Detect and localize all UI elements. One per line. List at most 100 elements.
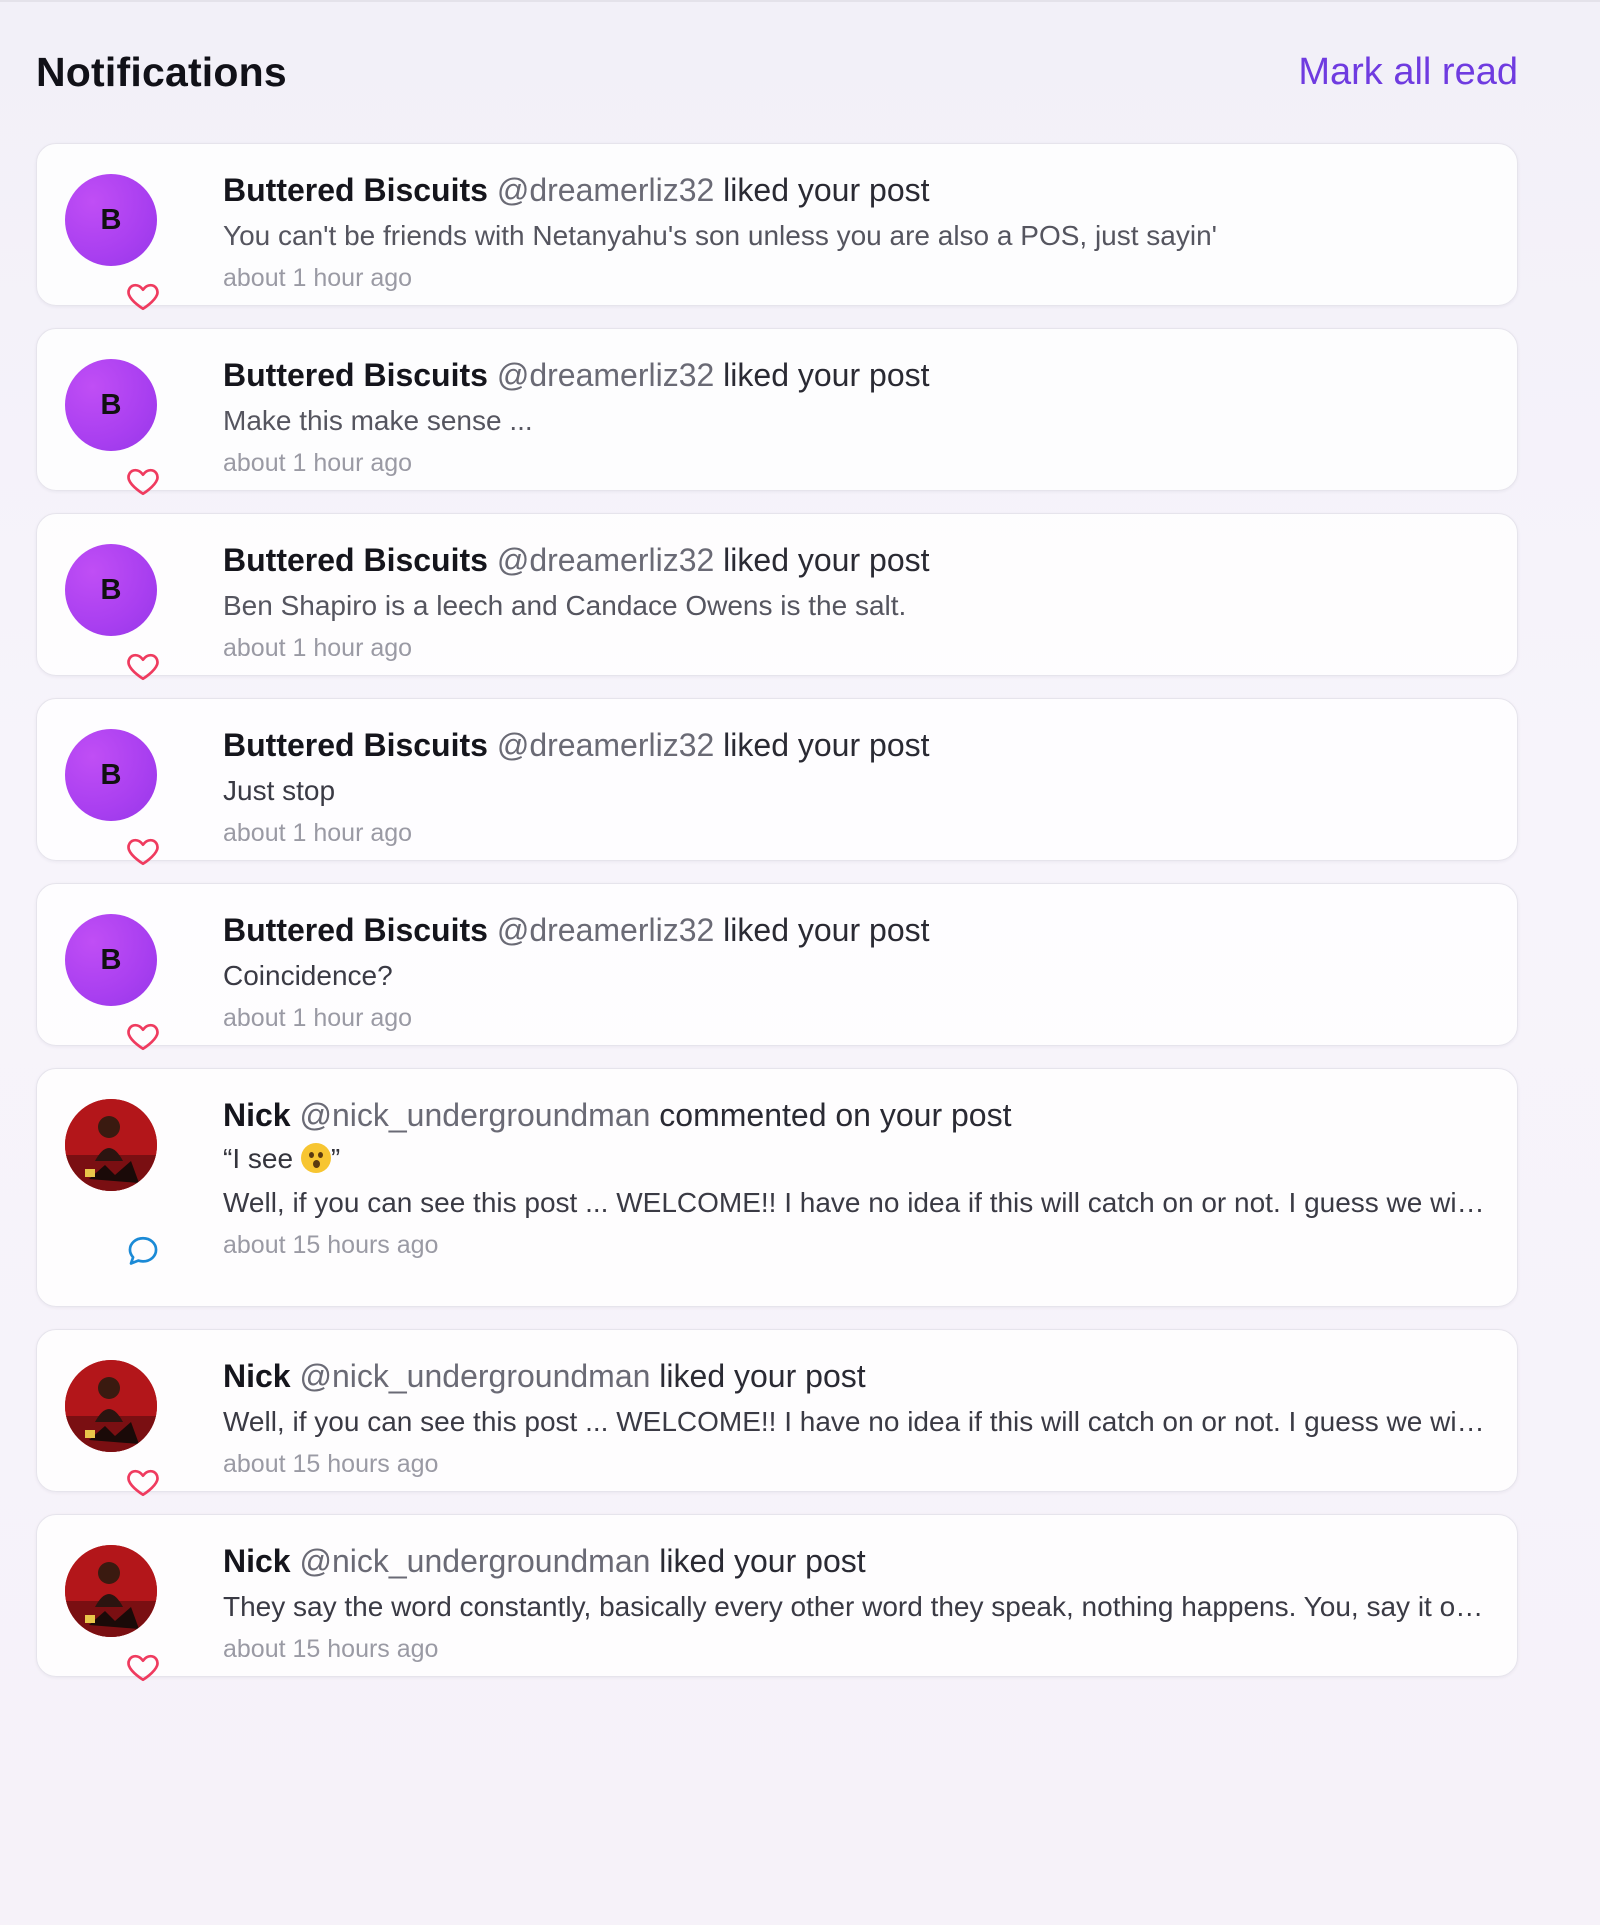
timestamp: about 15 hours ago xyxy=(223,1231,439,1259)
notification-action: liked your post xyxy=(659,1358,866,1394)
avatar[interactable] xyxy=(65,1099,157,1191)
notification-item[interactable]: Nick @nick_undergroundman liked your pos… xyxy=(36,1329,1518,1497)
timestamp: about 15 hours ago xyxy=(223,1450,439,1478)
notification-headline: Buttered Biscuits @dreamerliz32 liked yo… xyxy=(223,355,1487,395)
notification-left: B xyxy=(65,540,223,681)
avatar[interactable]: B xyxy=(65,544,157,636)
notification-action: liked your post xyxy=(659,1543,866,1579)
timestamp: about 1 hour ago xyxy=(223,449,413,477)
notification-action: commented on your post xyxy=(659,1097,1012,1133)
timestamp: about 1 hour ago xyxy=(223,819,413,847)
notification-headline: Buttered Biscuits @dreamerliz32 liked yo… xyxy=(223,725,1487,765)
heart-icon xyxy=(127,468,159,496)
notification-left: B xyxy=(65,170,223,311)
notification-list: B Buttered Biscuits @dreamerliz32 liked … xyxy=(36,143,1518,1682)
notification-body: Buttered Biscuits @dreamerliz32 liked yo… xyxy=(223,910,1487,1032)
notification-headline: Buttered Biscuits @dreamerliz32 liked yo… xyxy=(223,540,1487,580)
avatar[interactable]: B xyxy=(65,729,157,821)
notification-item[interactable]: B Buttered Biscuits @dreamerliz32 liked … xyxy=(36,698,1518,866)
heart-icon xyxy=(127,1469,159,1497)
post-snippet[interactable]: Well, if you can see this post ... WELCO… xyxy=(223,1404,1487,1440)
notification-item[interactable]: B Buttered Biscuits @dreamerliz32 liked … xyxy=(36,328,1518,496)
notification-item[interactable]: B Buttered Biscuits @dreamerliz32 liked … xyxy=(36,883,1518,1051)
user-name[interactable]: Buttered Biscuits xyxy=(223,357,488,393)
user-handle[interactable]: @nick_undergroundman xyxy=(299,1358,650,1394)
notification-action: liked your post xyxy=(723,912,930,948)
notification-headline: Buttered Biscuits @dreamerliz32 liked yo… xyxy=(223,910,1487,950)
notification-action: liked your post xyxy=(723,727,930,763)
notification-item[interactable]: B Buttered Biscuits @dreamerliz32 liked … xyxy=(36,143,1518,311)
post-snippet[interactable]: Ben Shapiro is a leech and Candace Owens… xyxy=(223,588,1487,624)
comment-text-open: “I see xyxy=(223,1143,301,1174)
notification-body: Buttered Biscuits @dreamerliz32 liked yo… xyxy=(223,355,1487,477)
notification-left: B xyxy=(65,725,223,866)
top-divider xyxy=(0,0,1600,2)
notification-item[interactable]: B Buttered Biscuits @dreamerliz32 liked … xyxy=(36,513,1518,681)
post-snippet[interactable]: Well, if you can see this post ... WELCO… xyxy=(223,1185,1487,1221)
astonished-emoji-icon xyxy=(300,1143,331,1173)
user-handle[interactable]: @dreamerliz32 xyxy=(497,357,714,393)
heart-icon xyxy=(127,1023,159,1051)
user-name[interactable]: Nick xyxy=(223,1358,291,1394)
page-title: Notifications xyxy=(36,48,287,95)
avatar[interactable]: B xyxy=(65,914,157,1006)
post-snippet[interactable]: Make this make sense ... xyxy=(223,403,1487,439)
heart-icon xyxy=(127,653,159,681)
comment-text-close: ” xyxy=(330,1143,341,1174)
notification-action: liked your post xyxy=(723,357,930,393)
post-snippet[interactable]: Just stop xyxy=(223,773,1487,809)
user-handle[interactable]: @nick_undergroundman xyxy=(299,1543,650,1579)
avatar-photo xyxy=(65,1099,157,1191)
user-handle[interactable]: @dreamerliz32 xyxy=(497,912,714,948)
notification-left xyxy=(65,1095,223,1278)
timestamp: about 1 hour ago xyxy=(223,1004,413,1032)
avatar[interactable]: B xyxy=(65,359,157,451)
notification-action: liked your post xyxy=(723,542,930,578)
avatar[interactable] xyxy=(65,1545,157,1637)
notification-left: B xyxy=(65,910,223,1051)
heart-icon xyxy=(127,838,159,866)
user-handle[interactable]: @dreamerliz32 xyxy=(497,172,714,208)
heart-icon xyxy=(127,283,159,311)
user-name[interactable]: Buttered Biscuits xyxy=(223,727,488,763)
heart-icon xyxy=(127,1654,159,1682)
notification-left xyxy=(65,1356,223,1497)
avatar[interactable]: B xyxy=(65,174,157,266)
comment-icon xyxy=(128,1236,158,1265)
notification-item[interactable]: Nick @nick_undergroundman commented on y… xyxy=(36,1068,1518,1307)
user-handle[interactable]: @nick_undergroundman xyxy=(299,1097,650,1133)
notifications-header: Notifications Mark all read xyxy=(36,40,1518,104)
notification-action: liked your post xyxy=(723,172,930,208)
notification-body: Buttered Biscuits @dreamerliz32 liked yo… xyxy=(223,725,1487,847)
user-handle[interactable]: @dreamerliz32 xyxy=(497,542,714,578)
user-name[interactable]: Buttered Biscuits xyxy=(223,912,488,948)
notification-item[interactable]: Nick @nick_undergroundman liked your pos… xyxy=(36,1514,1518,1682)
timestamp: about 1 hour ago xyxy=(223,264,413,292)
notification-headline: Nick @nick_undergroundman liked your pos… xyxy=(223,1541,1487,1581)
post-snippet[interactable]: They say the word constantly, basically … xyxy=(223,1589,1487,1625)
avatar[interactable] xyxy=(65,1360,157,1452)
avatar-photo xyxy=(65,1360,157,1452)
user-name[interactable]: Nick xyxy=(223,1097,291,1133)
avatar-photo xyxy=(65,1545,157,1637)
notification-body: Nick @nick_undergroundman liked your pos… xyxy=(223,1356,1487,1478)
post-snippet[interactable]: Coincidence? xyxy=(223,958,1487,994)
timestamp: about 15 hours ago xyxy=(223,1635,439,1663)
notification-body: Buttered Biscuits @dreamerliz32 liked yo… xyxy=(223,170,1487,292)
mark-all-read-button[interactable]: Mark all read xyxy=(1298,51,1518,94)
user-name[interactable]: Buttered Biscuits xyxy=(223,542,488,578)
notification-headline: Nick @nick_undergroundman liked your pos… xyxy=(223,1356,1487,1396)
notification-body: Nick @nick_undergroundman liked your pos… xyxy=(223,1541,1487,1663)
comment-text[interactable]: “I see ” xyxy=(223,1141,1487,1177)
user-name[interactable]: Buttered Biscuits xyxy=(223,172,488,208)
notification-headline: Buttered Biscuits @dreamerliz32 liked yo… xyxy=(223,170,1487,210)
user-name[interactable]: Nick xyxy=(223,1543,291,1579)
notification-left xyxy=(65,1541,223,1682)
user-handle[interactable]: @dreamerliz32 xyxy=(497,727,714,763)
post-snippet[interactable]: You can't be friends with Netanyahu's so… xyxy=(223,218,1487,254)
timestamp: about 1 hour ago xyxy=(223,634,413,662)
notification-left: B xyxy=(65,355,223,496)
notification-headline: Nick @nick_undergroundman commented on y… xyxy=(223,1095,1487,1135)
notification-body: Buttered Biscuits @dreamerliz32 liked yo… xyxy=(223,540,1487,662)
notification-body: Nick @nick_undergroundman commented on y… xyxy=(223,1095,1487,1278)
